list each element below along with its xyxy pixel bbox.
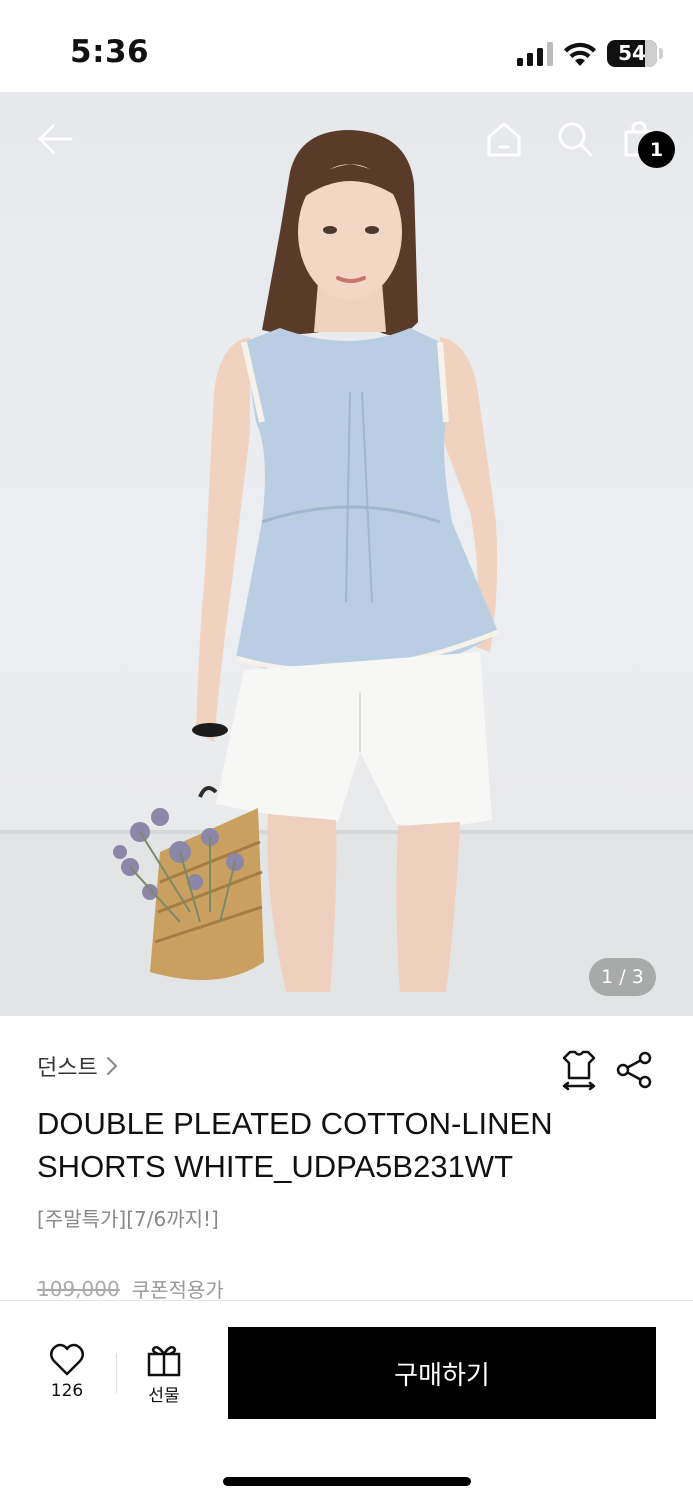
battery-level: 54: [618, 41, 646, 65]
home-icon: [487, 122, 521, 157]
image-counter: 1 / 3: [589, 958, 656, 996]
cart-count-badge: 1: [638, 131, 675, 168]
gift-label: 선물: [148, 1386, 180, 1406]
home-indicator: [223, 1477, 471, 1486]
arrow-left-icon: [38, 124, 73, 154]
original-price: 109,000: [37, 1276, 120, 1301]
gift-button[interactable]: 선물: [136, 1343, 192, 1406]
brand-link[interactable]: 던스트: [37, 1050, 120, 1082]
back-button[interactable]: [30, 114, 80, 164]
coupon-label: 쿠폰적용가: [131, 1278, 224, 1302]
share-icon[interactable]: [614, 1050, 654, 1090]
wifi-icon: [564, 42, 596, 66]
size-guide-icon[interactable]: [560, 1048, 598, 1092]
battery-icon: 54: [607, 40, 657, 67]
brand-name: 던스트: [37, 1056, 98, 1081]
bottom-action-bar: 126 선물 구매하기: [0, 1300, 693, 1500]
search-button[interactable]: [550, 114, 600, 164]
product-image-gallery[interactable]: [0, 92, 693, 1016]
home-button[interactable]: [479, 114, 529, 164]
gift-icon: [147, 1346, 181, 1377]
price-row: 109,000 쿠폰적용가: [37, 1274, 224, 1303]
heart-icon: [50, 1343, 84, 1376]
status-bar: 5:36 54: [0, 0, 693, 92]
divider: [116, 1353, 117, 1393]
buy-button[interactable]: 구매하기: [228, 1327, 656, 1419]
chevron-right-icon: [106, 1057, 118, 1075]
product-photo[interactable]: [0, 92, 693, 1016]
promo-text: [주말특가][7/6까지!]: [37, 1207, 219, 1231]
like-count: 126: [50, 1381, 84, 1401]
product-title: DOUBLE PLEATED COTTON-LINEN SHORTS WHITE…: [37, 1106, 553, 1184]
status-time: 5:36: [70, 34, 150, 70]
like-button[interactable]: 126: [40, 1343, 94, 1401]
search-icon: [558, 122, 593, 157]
signal-icon: [517, 42, 553, 66]
